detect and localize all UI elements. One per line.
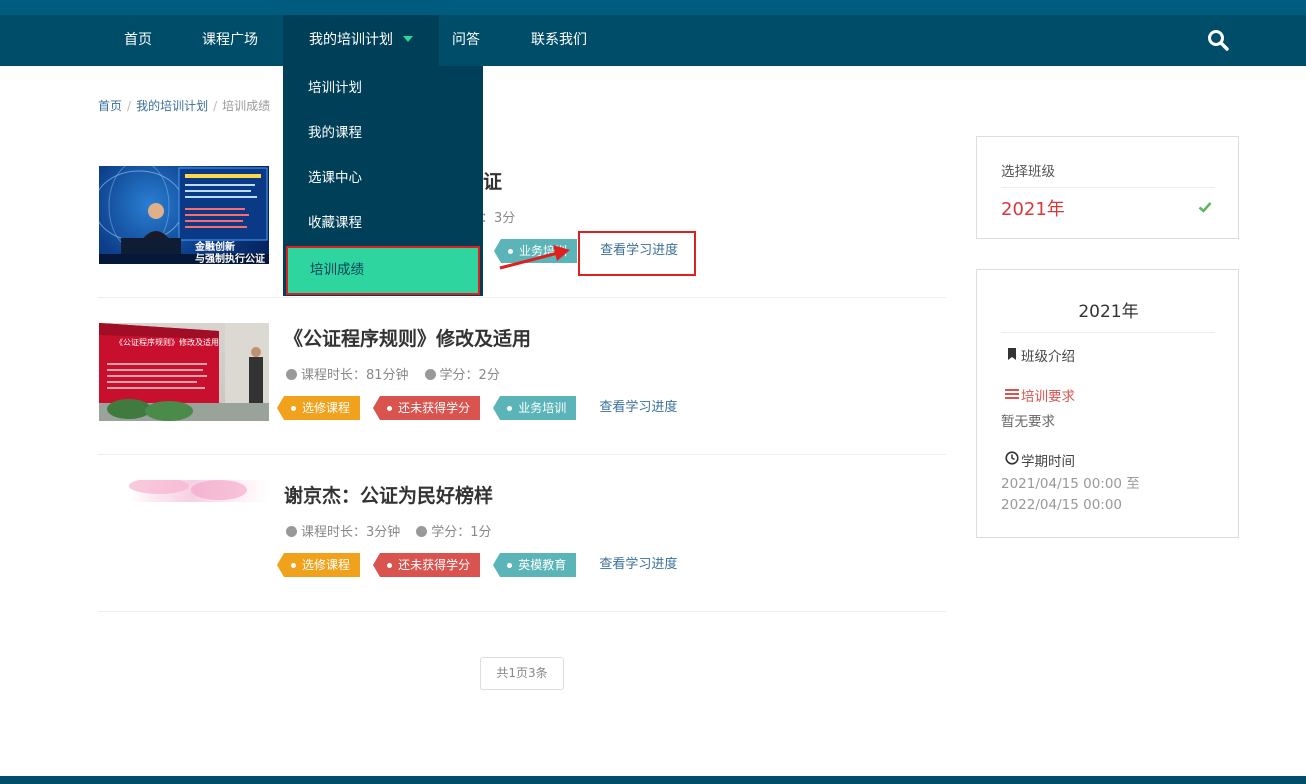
nav-item-contact-us[interactable]: 联系我们 [531,15,587,66]
tag-no-credit: 还未获得学分 [373,553,481,577]
term-time-heading: 学期时间 [1021,454,1075,470]
training-requirement-text: 暂无要求 [1001,414,1055,430]
list-icon [1005,389,1019,399]
course-item-2: 《公证程序规则》修改及适用 《公证程序规则》修改及适用 课程时长：81分钟 学分：… [98,298,946,455]
class-selector-panel: 选择班级 2021年 [976,136,1239,239]
tag-no-credit: 还未获得学分 [373,396,481,420]
course-title-2[interactable]: 《公证程序规则》修改及适用 [284,324,531,351]
training-requirement-heading: 培训要求 [1021,389,1075,405]
tag-model-education: 英模教育 [493,553,577,577]
tag-elective: 选修课程 [276,396,361,420]
course-title-3[interactable]: 谢京杰：公证为民好榜样 [284,481,493,508]
selected-class-year[interactable]: 2021年 [1001,195,1065,221]
training-plan-dropdown: 培训计划 我的课程 选课中心 收藏课程 培训成绩 [283,66,483,296]
dropdown-item-training-plan[interactable]: 培训计划 [283,66,483,111]
class-info-title: 2021年 [1078,302,1139,322]
tag-elective: 选修课程 [276,553,361,577]
credit-dot-icon [424,369,436,380]
top-strip [0,0,1306,15]
bookmark-icon [1008,348,1016,360]
course-meta-1: ：3分 [481,211,516,226]
view-progress-link-2[interactable]: 查看学习进度 [599,396,677,420]
dropdown-item-training-scores[interactable]: 培训成绩 [286,246,480,295]
footer-bar [0,776,1306,784]
caret-down-icon [403,36,413,42]
view-progress-link-3[interactable]: 查看学习进度 [599,553,677,577]
search-icon[interactable] [1206,28,1230,52]
dropdown-item-my-courses[interactable]: 我的课程 [283,111,483,156]
nav-item-course-square[interactable]: 课程广场 [202,15,258,66]
nav-item-my-training-plan-label: 我的培训计划 [309,32,393,48]
dropdown-item-course-center[interactable]: 选课中心 [283,156,483,201]
duration-dot-icon [286,526,297,537]
divider [1001,187,1215,188]
term-time-dates: 2021/04/15 00:00 至 2022/04/15 00:00 [1001,476,1140,513]
breadcrumb-my-training-plan[interactable]: 我的培训计划 [136,99,208,113]
breadcrumb-home[interactable]: 首页 [98,99,122,113]
course-tags-3: 选修课程 还未获得学分 英模教育 查看学习进度 [276,553,677,577]
course-thumbnail-2-caption: 《公证程序规则》修改及适用 [115,338,219,347]
course-item-1: 金融创新 与强制执行公证 证 ：3分 业务培训 查看学习进度 [98,141,946,298]
check-icon [1198,202,1212,213]
pagination-info[interactable]: 共1页3条 [480,657,564,690]
course-thumbnail-3[interactable] [99,480,269,578]
course-thumbnail-2[interactable]: 《公证程序规则》修改及适用 [99,323,269,421]
class-info-panel: 2021年 班级介绍 培训要求 暂无要求 学期时间 2021/04/15 00:… [976,269,1239,538]
annotation-box-progress [578,231,696,276]
divider [1001,332,1215,333]
breadcrumb-current: 培训成绩 [222,99,271,113]
class-intro-heading: 班级介绍 [1021,349,1075,365]
tag-business-training: 业务培训 [493,396,577,420]
nav-item-home[interactable]: 首页 [124,15,152,66]
course-title-1[interactable]: 证 [483,167,502,194]
arrow-annotation-icon [499,245,570,270]
course-thumbnail-1[interactable]: 金融创新 与强制执行公证 [99,166,269,264]
class-selector-label: 选择班级 [1001,164,1055,180]
course-meta-2: 课程时长：81分钟 学分：2分 [286,364,500,383]
course-tags-2: 选修课程 还未获得学分 业务培训 查看学习进度 [276,396,677,420]
nav-item-my-training-plan[interactable]: 我的培训计划 [283,15,439,66]
breadcrumb: 首页 / 我的培训计划 / 培训成绩 [98,99,271,113]
credit-dot-icon [416,526,428,537]
course-thumbnail-3-art [99,480,269,578]
main-navbar: 首页 课程广场 我的培训计划 问答 联系我们 [0,15,1306,66]
nav-item-qa[interactable]: 问答 [452,15,480,66]
dropdown-item-favorite-courses[interactable]: 收藏课程 [283,201,483,246]
course-item-3: 谢京杰：公证为民好榜样 课程时长：3分钟 学分：1分 选修课程 还未获得学分 英模… [98,455,946,612]
clock-icon [1005,451,1019,465]
course-thumbnail-1-caption: 金融创新 与强制执行公证 [195,242,265,264]
duration-dot-icon [286,369,297,380]
course-meta-3: 课程时长：3分钟 学分：1分 [286,521,492,540]
